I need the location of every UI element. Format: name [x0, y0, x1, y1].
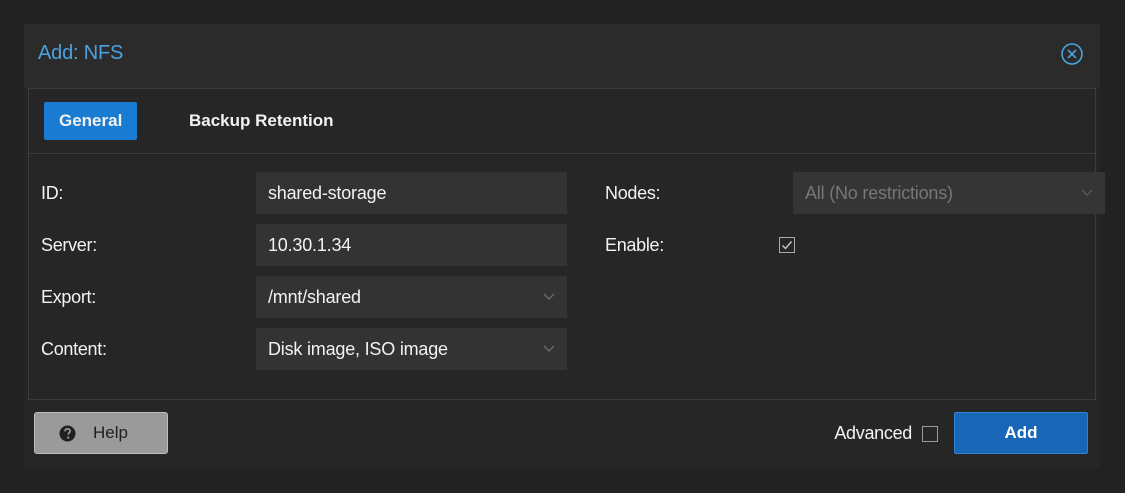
chevron-down-icon — [1081, 189, 1093, 196]
question-circle-icon — [59, 425, 76, 442]
tab-bar: General Backup Retention — [29, 89, 1095, 154]
enable-label: Enable: — [605, 235, 664, 255]
content-value: Disk image, ISO image — [268, 339, 448, 359]
nodes-select: All (No restrictions) — [793, 172, 1105, 214]
dialog-footer: Help Advanced Add — [24, 400, 1100, 468]
enable-checkbox[interactable] — [779, 237, 795, 253]
nodes-label: Nodes: — [605, 183, 661, 203]
form-panel: General Backup Retention ID: shared-stor… — [28, 88, 1105, 400]
export-select[interactable]: /mnt/shared — [256, 276, 567, 318]
tab-backup-retention[interactable]: Backup Retention — [174, 102, 349, 140]
chevron-down-icon[interactable] — [543, 291, 555, 301]
close-icon[interactable] — [1060, 42, 1084, 66]
tab-general[interactable]: General — [44, 102, 138, 140]
export-label: Export: — [41, 287, 96, 307]
id-label: ID: — [41, 183, 64, 203]
advanced-label: Advanced — [834, 423, 912, 443]
chevron-down-icon[interactable] — [543, 343, 555, 353]
export-value: /mnt/shared — [268, 287, 361, 307]
help-label: Help — [93, 423, 128, 442]
id-field[interactable]: shared-storage — [256, 172, 567, 214]
dialog-title: Add: NFS — [38, 42, 124, 64]
advanced-checkbox[interactable] — [922, 426, 938, 442]
help-button[interactable]: Help — [34, 412, 168, 454]
content-select[interactable]: Disk image, ISO image — [256, 328, 567, 370]
add-button[interactable]: Add — [954, 412, 1088, 454]
add-nfs-dialog: Add: NFS General Backup Retention ID: sh… — [24, 24, 1105, 468]
nodes-value: All (No restrictions) — [805, 183, 953, 203]
server-label: Server: — [41, 235, 97, 255]
content-label: Content: — [41, 339, 107, 359]
checkmark-icon — [782, 241, 793, 250]
dialog-titlebar: Add: NFS — [24, 24, 1100, 88]
server-field[interactable]: 10.30.1.34 — [256, 224, 567, 266]
